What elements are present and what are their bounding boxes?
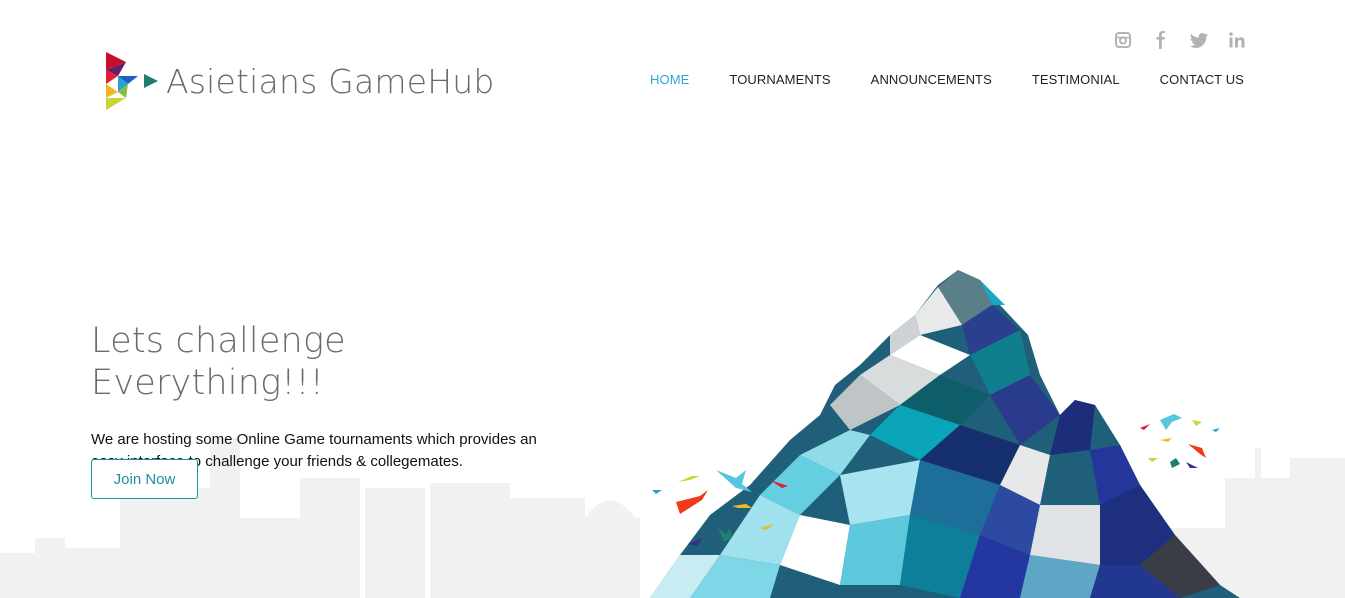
linkedin-icon[interactable] — [1227, 30, 1247, 50]
join-now-button[interactable]: Join Now — [91, 459, 198, 499]
instagram-icon[interactable] — [1113, 30, 1133, 50]
nav-link-announcements[interactable]: ANNOUNCEMENTS — [871, 72, 992, 87]
brand-logo[interactable]: Asietians GameHub — [104, 50, 495, 112]
nav-link-home[interactable]: HOME — [650, 72, 689, 87]
hero-title: Lets challenge Everything!!! — [91, 321, 346, 403]
social-links — [1113, 30, 1247, 50]
low-poly-mountain-illustration — [650, 270, 1240, 598]
hero-section: Lets challenge Everything!!! We are host… — [91, 320, 561, 473]
nav-link-tournaments[interactable]: TOURNAMENTS — [729, 72, 830, 87]
brand-name: Asietians GameHub — [166, 61, 495, 101]
twitter-icon[interactable] — [1189, 30, 1209, 50]
facebook-icon[interactable] — [1151, 30, 1171, 50]
nav-link-contact-us[interactable]: CONTACT US — [1160, 72, 1244, 87]
main-navigation: HOME TOURNAMENTS ANNOUNCEMENTS TESTIMONI… — [650, 72, 1284, 87]
logo-mark-icon — [106, 52, 158, 110]
nav-link-testimonial[interactable]: TESTIMONIAL — [1032, 72, 1120, 87]
